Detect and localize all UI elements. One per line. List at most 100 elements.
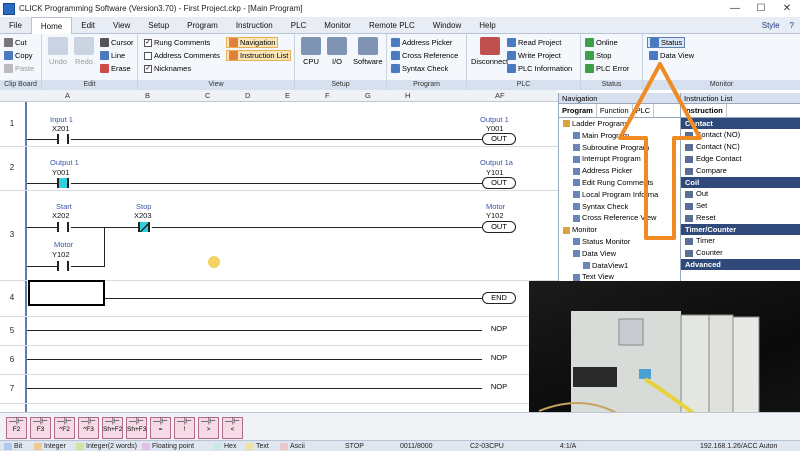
write-icon xyxy=(507,51,516,60)
instruction-shortcut-button[interactable]: —|⊢! xyxy=(174,417,195,439)
tree-node-icon xyxy=(583,261,590,269)
row-number: 6 xyxy=(9,354,15,364)
cursor-button[interactable]: Cursor xyxy=(100,38,134,47)
instruction-shortcut-button[interactable]: —|⊢ ^F3 xyxy=(78,417,99,439)
end-coil[interactable]: END xyxy=(482,292,516,304)
app-icon xyxy=(3,2,15,15)
contact-symbol-icon: —|⊢ xyxy=(9,418,24,425)
status-button[interactable]: Status xyxy=(647,37,686,48)
arrow-shape xyxy=(618,62,702,240)
navigation-icon xyxy=(229,38,238,47)
menu-right: Style ? xyxy=(762,17,794,34)
legend-text-label: Text xyxy=(256,443,269,450)
tree-item-label: Data View xyxy=(582,248,617,258)
shortcut-key-label: < xyxy=(230,426,235,433)
cross-reference-button[interactable]: Cross Reference xyxy=(391,51,458,60)
instruction-shortcut-button[interactable]: —|⊢ F2 xyxy=(6,417,27,439)
undo-button[interactable]: Undo xyxy=(48,37,68,66)
tree-node-icon xyxy=(563,120,570,128)
rung1-coil[interactable]: OUT xyxy=(482,133,516,145)
io-button[interactable]: I/O xyxy=(327,37,347,66)
tree-node-icon xyxy=(573,214,580,222)
disconnect-button[interactable]: Disconnect xyxy=(471,37,508,66)
instruction-shortcut-button[interactable]: —|⊢ Sh+F2 xyxy=(102,417,123,439)
menu-monitor[interactable]: Monitor xyxy=(315,17,360,34)
cpu-button[interactable]: CPU xyxy=(301,37,321,66)
redo-button[interactable]: Redo xyxy=(74,37,94,66)
menu-remote-plc[interactable]: Remote PLC xyxy=(360,17,424,34)
integer2-swatch xyxy=(76,442,84,450)
integer-swatch xyxy=(34,442,42,450)
rung3-coil[interactable]: OUT xyxy=(482,221,516,233)
navigation-toggle[interactable]: Navigation xyxy=(226,37,279,48)
ladder-editor[interactable]: A B C D E F G H AF 1 2 3 4 5 6 7 Input 1 X201 Output 1… xyxy=(0,90,558,412)
section-advanced[interactable]: Advanced xyxy=(681,259,800,270)
instruction-shortcut-button[interactable]: —|⊢ = xyxy=(150,417,171,439)
plc-terminal-block xyxy=(573,367,617,387)
menu-window[interactable]: Window xyxy=(424,17,470,34)
minimize-button[interactable]: — xyxy=(722,0,748,17)
rung2-contact[interactable] xyxy=(57,178,69,188)
menu-program[interactable]: Program xyxy=(178,17,227,34)
address-picker-button[interactable]: Address Picker xyxy=(391,38,452,47)
cut-button[interactable]: Cut xyxy=(4,38,27,47)
tree-item[interactable]: DataView1 xyxy=(559,260,680,272)
tree-node-icon xyxy=(573,250,580,258)
help-icon[interactable]: ? xyxy=(790,21,794,30)
copy-button[interactable]: Copy xyxy=(4,51,33,60)
erase-button[interactable]: Erase xyxy=(100,64,131,73)
bit-swatch xyxy=(4,442,12,450)
online-indicator[interactable]: Online xyxy=(585,38,618,47)
nop-coil-6[interactable]: NOP xyxy=(482,353,516,365)
menu-instruction[interactable]: Instruction xyxy=(227,17,282,34)
menu-setup[interactable]: Setup xyxy=(139,17,178,34)
menu-plc[interactable]: PLC xyxy=(282,17,316,34)
menu-home[interactable]: Home xyxy=(30,16,73,34)
contact-symbol-icon: —|⊢ xyxy=(177,418,192,425)
rung1-contact[interactable] xyxy=(57,134,69,144)
instruction-shortcut-button[interactable]: —|⊢ ^F2 xyxy=(54,417,75,439)
write-project-button[interactable]: Write Project xyxy=(507,51,561,60)
paste-button[interactable]: Paste xyxy=(4,64,34,73)
maximize-button[interactable]: ☐ xyxy=(748,0,774,17)
rung2-coil[interactable]: OUT xyxy=(482,177,516,189)
cross-reference-icon xyxy=(391,51,400,60)
plc-information-button[interactable]: PLC Information xyxy=(507,64,572,73)
rung3-start-contact[interactable] xyxy=(57,222,69,232)
software-icon xyxy=(357,37,378,55)
rung3-motor-contact[interactable] xyxy=(57,261,69,271)
instruction-shortcut-button[interactable]: —|⊢ > xyxy=(198,417,219,439)
instruction-item[interactable]: Counter xyxy=(681,247,800,259)
cursor-position: 4:1/A xyxy=(560,443,577,450)
rung3-stop-contact[interactable] xyxy=(138,222,150,232)
nop-coil-5[interactable]: NOP xyxy=(482,324,516,336)
instruction-shortcut-button[interactable]: —|⊢ < xyxy=(222,417,243,439)
close-button[interactable]: ✕ xyxy=(774,0,800,17)
nop-coil-7[interactable]: NOP xyxy=(482,382,516,394)
menu-file[interactable]: File xyxy=(0,17,31,34)
instruction-list-toggle[interactable]: Instruction List xyxy=(226,50,292,61)
tree-node-icon xyxy=(573,132,580,140)
legend-hex: Hex xyxy=(214,441,236,452)
menu-edit[interactable]: Edit xyxy=(72,17,104,34)
tab-program[interactable]: Program xyxy=(559,104,597,117)
rung-comments-toggle[interactable]: ✓ Rung Comments xyxy=(144,38,210,47)
menu-help[interactable]: Help xyxy=(470,17,504,34)
column-e: E xyxy=(285,91,291,100)
row-divider xyxy=(0,146,558,147)
style-menu[interactable]: Style xyxy=(762,21,780,30)
tree-item[interactable]: Data View xyxy=(559,248,680,260)
menu-bar: File Home Edit View Setup Program Instruction P… xyxy=(0,16,800,34)
software-button[interactable]: Software xyxy=(353,37,383,66)
list-icon xyxy=(229,51,238,60)
menu-view[interactable]: View xyxy=(104,17,139,34)
nicknames-toggle[interactable]: ✓ Nicknames xyxy=(144,64,191,73)
line-button[interactable]: Line xyxy=(100,51,125,60)
ethernet-port xyxy=(639,369,651,379)
read-project-button[interactable]: Read Project xyxy=(507,38,561,47)
syntax-check-button[interactable]: Syntax Check xyxy=(391,64,448,73)
address-comments-toggle[interactable]: Address Comments xyxy=(144,51,220,60)
instruction-shortcut-button[interactable]: —|⊢ F3 xyxy=(30,417,51,439)
shortcut-key-label: ^F3 xyxy=(83,426,94,433)
instruction-shortcut-button[interactable]: —|⊢ Sh+F3 xyxy=(126,417,147,439)
